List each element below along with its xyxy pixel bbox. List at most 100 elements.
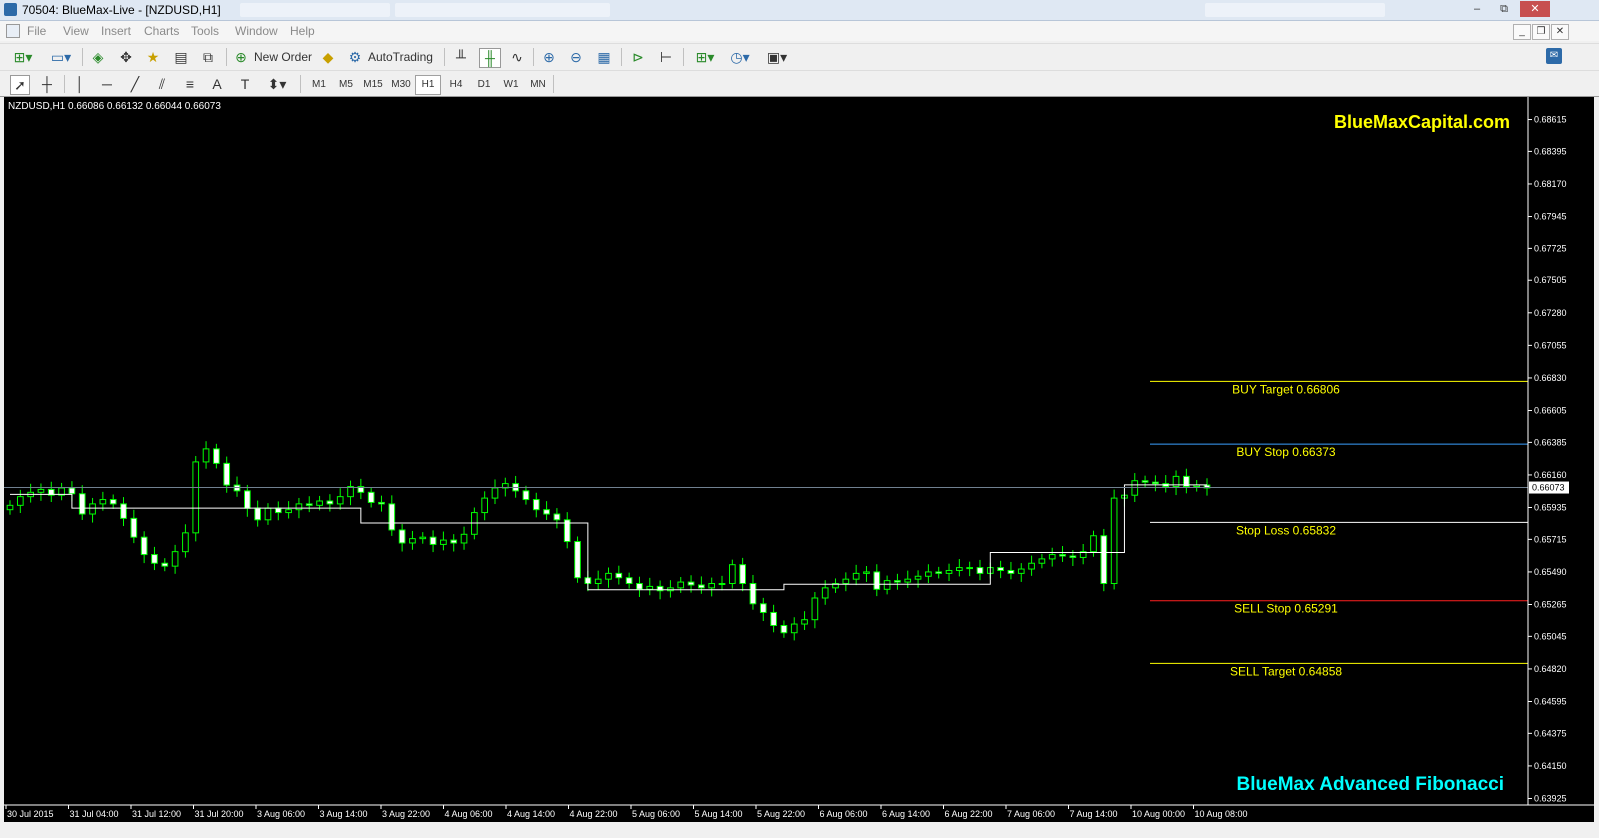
chart-shift-icon[interactable]: ⊳ (628, 48, 648, 66)
menu-file[interactable]: File (27, 24, 46, 38)
candle-body (966, 567, 974, 570)
candle-body (532, 499, 540, 511)
candle-body (925, 571, 932, 577)
periods-icon[interactable]: ◷▾ (725, 48, 755, 66)
candle-body (367, 491, 375, 503)
messages-icon[interactable]: ✉ (1546, 48, 1562, 64)
candle-body (1100, 535, 1108, 585)
market-watch-icon[interactable]: ◈ (88, 48, 108, 66)
vertical-line-icon[interactable]: │ (70, 75, 90, 93)
menu-insert[interactable]: Insert (101, 24, 131, 38)
timeframe-mn[interactable]: MN (525, 75, 551, 95)
timeframe-m15[interactable]: M15 (360, 75, 386, 95)
timeframe-w1[interactable]: W1 (498, 75, 524, 95)
close-button[interactable]: ✕ (1520, 1, 1550, 17)
mdi-close-button[interactable]: ✕ (1551, 24, 1569, 40)
tile-windows-icon[interactable]: ▦ (594, 48, 614, 66)
cursor-icon[interactable]: ➚ (10, 75, 30, 95)
line-chart-icon[interactable]: ∿ (507, 48, 527, 66)
candle (832, 578, 839, 593)
templates-icon[interactable]: ▣▾ (762, 48, 792, 66)
profiles-icon[interactable]: ▭▾ (46, 48, 76, 66)
minimize-button[interactable]: ‒ (1466, 1, 1488, 17)
mdi-minimize-button[interactable]: _ (1513, 24, 1531, 40)
candle-body (1059, 554, 1066, 557)
menu-charts[interactable]: Charts (144, 24, 179, 38)
candle (811, 592, 819, 629)
candle-body (739, 564, 746, 585)
text-icon[interactable]: A (207, 75, 227, 93)
price-chart[interactable]: 0.66073 BUY Target 0.66806 BUY Stop 0.6637… (4, 97, 1594, 822)
x-tick-label: 4 Aug 22:00 (570, 809, 618, 819)
data-window-icon[interactable]: ✥ (116, 48, 136, 66)
menu-tools[interactable]: Tools (191, 24, 219, 38)
candle-body (89, 503, 96, 515)
candle-body (780, 624, 788, 634)
menu-window[interactable]: Window (235, 24, 278, 38)
horizontal-line-icon[interactable]: ─ (97, 75, 117, 93)
candle (78, 485, 86, 520)
timeframe-m1[interactable]: M1 (306, 75, 332, 95)
autotrading-button[interactable]: AutoTrading (368, 48, 438, 66)
new-chart-icon[interactable]: ⊞▾ (8, 48, 38, 66)
x-tick-label: 31 Jul 12:00 (132, 809, 181, 819)
text-label-icon[interactable]: T (235, 75, 255, 93)
timeframe-d1[interactable]: D1 (471, 75, 497, 95)
brand-label: BlueMaxCapital.com (1334, 112, 1510, 132)
x-tick-label: 7 Aug 14:00 (1070, 809, 1118, 819)
x-tick-label: 3 Aug 14:00 (320, 809, 368, 819)
timeframe-m30[interactable]: M30 (388, 75, 414, 95)
candle-body (594, 578, 602, 585)
candle-body (223, 462, 231, 486)
candle (667, 580, 674, 598)
candle (728, 559, 736, 589)
candle-body (574, 541, 581, 579)
timeframe-m5[interactable]: M5 (333, 75, 359, 95)
new-order-button[interactable]: New Order (254, 48, 314, 66)
terminal-icon[interactable]: ▤ (171, 48, 191, 66)
candle (1110, 489, 1118, 590)
fibonacci-icon[interactable]: ≡ (180, 75, 200, 93)
candle (615, 565, 623, 585)
indicators-icon[interactable]: ⊞▾ (690, 48, 720, 66)
candle (192, 455, 200, 542)
autoscroll-icon[interactable]: ⊢ (656, 48, 676, 66)
navigator-icon[interactable]: ★ (143, 48, 163, 66)
menu-view[interactable]: View (63, 24, 89, 38)
window-title: 70504: BlueMax-Live - [NZDUSD,H1] (22, 3, 221, 17)
restore-button[interactable]: ⧉ (1493, 1, 1515, 17)
candle-body (698, 584, 705, 589)
timeframe-h1[interactable]: H1 (415, 75, 441, 95)
blurred-tab (1205, 3, 1385, 17)
zoom-out-icon[interactable]: ⊖ (566, 48, 586, 66)
candle-body (274, 507, 282, 514)
candle-body (956, 567, 963, 571)
candle-body (491, 487, 499, 499)
candlestick-icon[interactable]: ╫ (479, 48, 501, 68)
bar-chart-icon[interactable]: ╨ (451, 48, 471, 66)
trendline-icon[interactable]: ╱ (125, 75, 145, 93)
crosshair-icon[interactable]: ┼ (37, 75, 57, 93)
strategy-tester-icon[interactable]: ⧉ (198, 48, 218, 66)
menu-help[interactable]: Help (290, 24, 315, 38)
arrows-icon[interactable]: ⬍▾ (262, 75, 292, 93)
candle (120, 497, 127, 527)
candle (904, 570, 912, 588)
candle (522, 485, 530, 505)
mdi-restore-button[interactable]: ❐ (1532, 24, 1550, 40)
candle-body (759, 603, 767, 613)
candle-body (140, 536, 148, 556)
candle-body (883, 580, 891, 590)
y-tick-label: 0.67725 (1534, 243, 1567, 253)
metaeditor-icon[interactable]: ◆ (318, 48, 338, 66)
new-order-icon[interactable]: ⊕ (232, 48, 250, 66)
zoom-in-icon[interactable]: ⊕ (539, 48, 559, 66)
timeframe-h4[interactable]: H4 (443, 75, 469, 95)
candle-body (1069, 555, 1077, 558)
y-tick-label: 0.64150 (1534, 761, 1567, 771)
candle-body (1048, 554, 1056, 560)
autotrading-icon[interactable]: ⚙ (345, 48, 365, 66)
equidistant-channel-icon[interactable]: ⫽ (152, 75, 172, 93)
candle (130, 509, 138, 544)
candle (1028, 555, 1035, 576)
